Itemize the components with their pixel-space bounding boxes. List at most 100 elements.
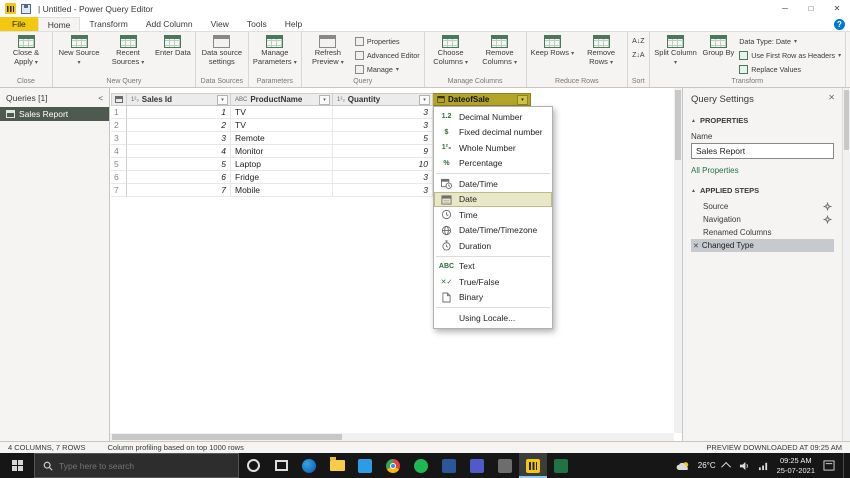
properties-section-header[interactable]: ▲ PROPERTIES	[691, 116, 834, 125]
taskbar-search[interactable]	[34, 453, 239, 478]
choose-columns-button[interactable]: Choose Columns ▾	[427, 33, 475, 68]
all-properties-link[interactable]: All Properties	[691, 166, 739, 175]
cell-product[interactable]: Laptop	[231, 158, 333, 171]
chrome-button[interactable]	[379, 453, 407, 478]
properties-button[interactable]: Properties	[353, 35, 422, 48]
excel-button[interactable]	[547, 453, 575, 478]
notification-center-icon[interactable]	[823, 460, 835, 471]
tab-file[interactable]: File	[0, 17, 38, 31]
step-changed-type[interactable]: ✕ Changed Type	[691, 239, 834, 252]
advanced-editor-button[interactable]: Advanced Editor	[353, 49, 422, 62]
cell-sales-id[interactable]: 6	[127, 171, 231, 184]
file-explorer-button[interactable]	[323, 453, 351, 478]
app-button[interactable]	[491, 453, 519, 478]
manage-button[interactable]: Manage ▾	[353, 63, 422, 76]
word-button[interactable]	[435, 453, 463, 478]
filter-button[interactable]: ▾	[517, 95, 528, 105]
manage-parameters-button[interactable]: Manage Parameters ▾	[251, 33, 299, 68]
cell-product[interactable]: TV	[231, 119, 333, 132]
column-header-sales-id[interactable]: 1²₃ Sales Id ▾	[127, 93, 231, 106]
menu-item-text[interactable]: ABC Text	[434, 259, 552, 275]
delete-step-icon[interactable]: ✕	[693, 242, 699, 250]
menu-item-true-false[interactable]: ✕✓ True/False	[434, 274, 552, 290]
cell-quantity[interactable]: 9	[333, 145, 433, 158]
keep-rows-button[interactable]: Keep Rows ▾	[529, 33, 576, 59]
horizontal-scrollbar-thumb[interactable]	[112, 434, 342, 440]
cell-product[interactable]: Monitor	[231, 145, 333, 158]
tab-view[interactable]: View	[202, 17, 238, 31]
spotify-button[interactable]	[407, 453, 435, 478]
column-header-dateofsale[interactable]: DateofSale ▾	[433, 93, 531, 106]
vertical-scrollbar-thumb[interactable]	[675, 90, 681, 160]
group-by-button[interactable]: Group By	[701, 33, 737, 59]
show-hidden-icons-chevron[interactable]	[721, 462, 731, 472]
mail-button[interactable]	[351, 453, 379, 478]
table-row[interactable]: 7 7 Mobile 3	[111, 184, 674, 197]
recent-sources-button[interactable]: Recent Sources ▾	[104, 33, 152, 68]
cortana-button[interactable]	[239, 453, 267, 478]
cell-sales-id[interactable]: 2	[127, 119, 231, 132]
replace-values-button[interactable]: Replace Values	[737, 63, 843, 76]
table-row[interactable]: 6 6 Fridge 3	[111, 171, 674, 184]
data-type-button[interactable]: Data Type: Date ▾	[737, 35, 843, 48]
menu-item-using-locale[interactable]: Using Locale...	[434, 310, 552, 326]
tab-add-column[interactable]: Add Column	[137, 17, 202, 31]
save-icon[interactable]	[21, 4, 31, 14]
cell-sales-id[interactable]: 4	[127, 145, 231, 158]
enter-data-button[interactable]: Enter Data	[153, 33, 193, 59]
menu-item-date[interactable]: Date	[434, 192, 552, 208]
cell-quantity[interactable]: 3	[333, 106, 433, 119]
tab-transform[interactable]: Transform	[80, 17, 136, 31]
cell-quantity[interactable]: 3	[333, 119, 433, 132]
cell-product[interactable]: Remote	[231, 132, 333, 145]
cell-sales-id[interactable]: 5	[127, 158, 231, 171]
column-header-productname[interactable]: ABC ProductName ▾	[231, 93, 333, 106]
use-first-row-as-headers-button[interactable]: Use First Row as Headers ▾	[737, 49, 843, 62]
sort-ascending-button[interactable]: A↓Z	[630, 35, 646, 48]
sort-descending-button[interactable]: Z↓A	[630, 49, 646, 62]
menu-item-duration[interactable]: Duration	[434, 238, 552, 254]
menu-item-date-time-timezone[interactable]: Date/Time/Timezone	[434, 223, 552, 239]
menu-item-time[interactable]: Time	[434, 207, 552, 223]
cell-quantity[interactable]: 5	[333, 132, 433, 145]
filter-button[interactable]: ▾	[319, 95, 330, 105]
teams-button[interactable]	[463, 453, 491, 478]
task-view-button[interactable]	[267, 453, 295, 478]
menu-item-fixed-decimal[interactable]: $ Fixed decimal number	[434, 125, 552, 141]
help-icon[interactable]: ?	[834, 19, 845, 30]
column-profiling-status[interactable]: Column profiling based on top 1000 rows	[108, 443, 244, 452]
network-icon[interactable]	[758, 461, 769, 471]
cell-product[interactable]: TV	[231, 106, 333, 119]
query-list-item-sales-report[interactable]: Sales Report	[0, 107, 109, 121]
clock[interactable]: 09:25 AM 25-07-2021	[777, 456, 815, 476]
menu-item-binary[interactable]: Binary	[434, 290, 552, 306]
collapse-panel-icon[interactable]: <	[98, 94, 103, 103]
whole-number-type-icon[interactable]: 1²₃	[337, 97, 345, 103]
remove-columns-button[interactable]: Remove Columns ▾	[476, 33, 524, 68]
temperature-label[interactable]: 26°C	[698, 461, 716, 470]
query-name-input[interactable]	[691, 143, 834, 159]
gear-icon[interactable]	[823, 202, 832, 211]
table-row[interactable]: 3 3 Remote 5	[111, 132, 674, 145]
step-renamed-columns[interactable]: Renamed Columns	[691, 226, 834, 239]
table-row[interactable]: 1 1 TV 3	[111, 106, 674, 119]
show-desktop-button[interactable]	[843, 453, 847, 478]
whole-number-type-icon[interactable]: 1²₃	[131, 97, 139, 103]
step-source[interactable]: Source	[691, 200, 834, 213]
panel-scrollbar-thumb[interactable]	[844, 90, 849, 150]
menu-item-whole-number[interactable]: 1²₃ Whole Number	[434, 140, 552, 156]
cell-sales-id[interactable]: 7	[127, 184, 231, 197]
table-row[interactable]: 2 2 TV 3	[111, 119, 674, 132]
table-row[interactable]: 5 5 Laptop 10	[111, 158, 674, 171]
cell-product[interactable]: Mobile	[231, 184, 333, 197]
cell-product[interactable]: Fridge	[231, 171, 333, 184]
column-header-quantity[interactable]: 1²₃ Quantity ▾	[333, 93, 433, 106]
menu-item-percentage[interactable]: % Percentage	[434, 156, 552, 172]
edge-button[interactable]	[295, 453, 323, 478]
cell-quantity[interactable]: 10	[333, 158, 433, 171]
cell-sales-id[interactable]: 3	[127, 132, 231, 145]
menu-item-date-time[interactable]: Date/Time	[434, 176, 552, 192]
tab-tools[interactable]: Tools	[238, 17, 276, 31]
minimize-button[interactable]: ─	[772, 0, 798, 17]
cell-quantity[interactable]: 3	[333, 184, 433, 197]
